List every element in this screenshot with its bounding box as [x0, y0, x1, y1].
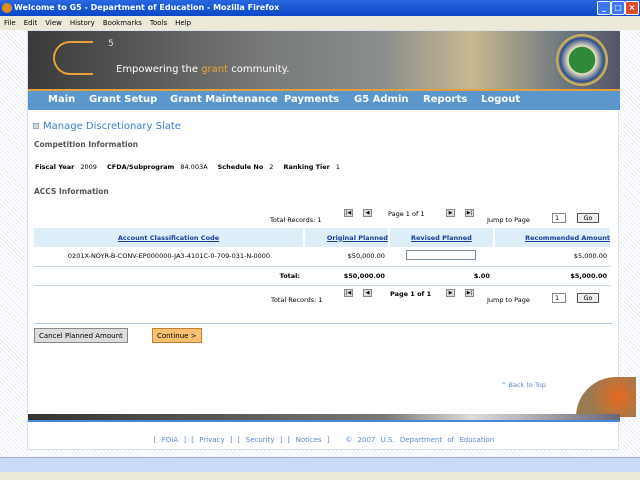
prev-page-icon[interactable]: ◀	[363, 209, 372, 217]
page: 5 Empowering the grant community. Main G…	[0, 30, 640, 457]
nav-grant-setup[interactable]: Grant Setup	[89, 94, 157, 105]
footer-strip	[28, 414, 620, 422]
tagline: Empowering the grant community.	[116, 64, 289, 75]
close-button[interactable]: ×	[625, 1, 639, 15]
menu-view[interactable]: View	[45, 19, 62, 27]
nav-reports[interactable]: Reports	[423, 94, 467, 105]
continue-button[interactable]: Continue >	[152, 328, 202, 343]
fiscal-year-label: Fiscal Year	[35, 163, 75, 171]
horizontal-scrollbar[interactable]	[0, 457, 640, 472]
footer-decoration	[576, 377, 636, 417]
department-seal-icon	[556, 34, 608, 86]
total-label: Total:	[34, 266, 304, 286]
menu-bar: File Edit View History Bookmarks Tools Help	[0, 16, 640, 30]
status-bar	[0, 472, 640, 480]
nav-grant-maintenance[interactable]: Grant Maintenance	[170, 94, 278, 105]
tagline-accent: grant	[201, 64, 229, 75]
jump-page-input[interactable]: 1	[552, 293, 566, 303]
recommended-amount: $5,000.00	[493, 247, 611, 267]
header-code[interactable]: Account Classification Code	[34, 228, 305, 247]
accs-heading: ACCS Information	[34, 187, 109, 196]
header-recommended[interactable]: Recommended Amount	[493, 228, 613, 247]
page-title: Manage Discretionary Slate	[33, 121, 181, 132]
go-button[interactable]: Go	[577, 213, 599, 223]
jump-label: Jump to Page	[487, 216, 530, 224]
menu-history[interactable]: History	[70, 19, 95, 27]
jump-page-input[interactable]: 1	[552, 213, 566, 223]
competition-heading: Competition Information	[34, 140, 139, 149]
schedule-label: Schedule No	[217, 163, 264, 171]
cancel-planned-amount-button[interactable]: Cancel Planned Amount	[34, 328, 128, 343]
menu-file[interactable]: File	[4, 19, 16, 27]
menu-help[interactable]: Help	[175, 19, 191, 27]
table-header: Account Classification Code Original Plan…	[34, 228, 613, 247]
divider	[34, 323, 612, 324]
accs-table: Account Classification Code Original Plan…	[34, 228, 613, 286]
schedule: 2	[269, 163, 274, 171]
page-indicator: Page 1 of 1	[390, 290, 432, 298]
menu-edit[interactable]: Edit	[24, 19, 38, 27]
back-to-top-link[interactable]: ^ Back to Top	[501, 381, 546, 389]
account-code: 0201X-NOYR-B-CONV-EP000000-JA3-4101C-0-7…	[34, 247, 304, 267]
header-original[interactable]: Original Planned	[304, 228, 390, 247]
next-page-icon[interactable]: ▶	[446, 289, 455, 297]
page-indicator: Page 1 of 1	[388, 210, 425, 218]
logo-superscript: 5	[108, 39, 114, 49]
nav-logout[interactable]: Logout	[481, 94, 520, 105]
original-planned: $50,000.00	[304, 247, 389, 267]
fiscal-year: 2009	[80, 163, 97, 171]
foia-link[interactable]: FOIA	[162, 436, 178, 444]
firefox-icon	[2, 3, 12, 13]
tagline-pre: Empowering the	[116, 64, 202, 75]
page-icon	[33, 123, 39, 129]
first-page-icon[interactable]: |◀	[344, 209, 353, 217]
total-recommended: $5,000.00	[493, 266, 611, 286]
privacy-link[interactable]: Privacy	[199, 436, 224, 444]
revised-planned-input[interactable]	[406, 250, 477, 261]
next-page-icon[interactable]: ▶	[446, 209, 455, 217]
copyright: © 2007 U.S. Department of Education	[345, 436, 495, 444]
content-box: 5 Empowering the grant community. Main G…	[27, 30, 636, 450]
nav-main[interactable]: Main	[48, 94, 75, 105]
cfda-label: CFDA/Subprogram	[107, 163, 175, 171]
table-row: 0201X-NOYR-B-CONV-EP000000-JA3-4101C-0-7…	[34, 247, 611, 267]
menu-bookmarks[interactable]: Bookmarks	[103, 19, 142, 27]
total-records: Total Records: 1	[270, 216, 322, 224]
last-page-icon[interactable]: ▶|	[465, 209, 474, 217]
nav-payments[interactable]: Payments	[284, 94, 339, 105]
first-page-icon[interactable]: |◀	[344, 289, 353, 297]
window-title-bar: Welcome to G5 - Department of Education …	[0, 0, 640, 16]
banner: 5 Empowering the grant community.	[28, 31, 620, 89]
security-link[interactable]: Security	[246, 436, 275, 444]
total-records: Total Records: 1	[271, 296, 323, 304]
header-revised[interactable]: Revised Planned	[388, 228, 495, 247]
go-button[interactable]: Go	[577, 293, 599, 303]
competition-info: Fiscal Year 2009 CFDA/Subprogram 84.003A S…	[35, 163, 348, 171]
main-nav: Main Grant Setup Grant Maintenance Payme…	[28, 89, 620, 110]
last-page-icon[interactable]: ▶|	[465, 289, 474, 297]
cfda: 84.003A	[180, 163, 208, 171]
window-title: Welcome to G5 - Department of Education …	[14, 3, 280, 12]
pager-top: Total Records: 1 |◀ ◀ Page 1 of 1 ▶ ▶| J…	[28, 209, 620, 224]
maximize-button[interactable]: □	[611, 1, 625, 15]
total-revised: $.00	[388, 266, 494, 286]
tier: 1	[335, 163, 341, 171]
jump-label: Jump to Page	[487, 296, 530, 304]
total-row: Total: $50,000.00 $.00 $5,000.00	[34, 266, 611, 286]
pager-bottom: Total Records: 1 |◀ ◀ Page 1 of 1 ▶ ▶| J…	[28, 289, 620, 304]
menu-tools[interactable]: Tools	[150, 19, 167, 27]
total-original: $50,000.00	[304, 266, 389, 286]
footer-links: [ FOIA ] [ Privacy ] [ Security ] [ Noti…	[153, 436, 495, 444]
page-title-text: Manage Discretionary Slate	[43, 121, 181, 132]
minimize-button[interactable]: _	[597, 1, 611, 15]
g5-logo	[53, 41, 93, 75]
nav-g5-admin[interactable]: G5 Admin	[354, 94, 409, 105]
tagline-post: community.	[228, 64, 290, 75]
notices-link[interactable]: Notices	[296, 436, 322, 444]
tier-label: Ranking Tier	[283, 163, 330, 171]
prev-page-icon[interactable]: ◀	[363, 289, 372, 297]
